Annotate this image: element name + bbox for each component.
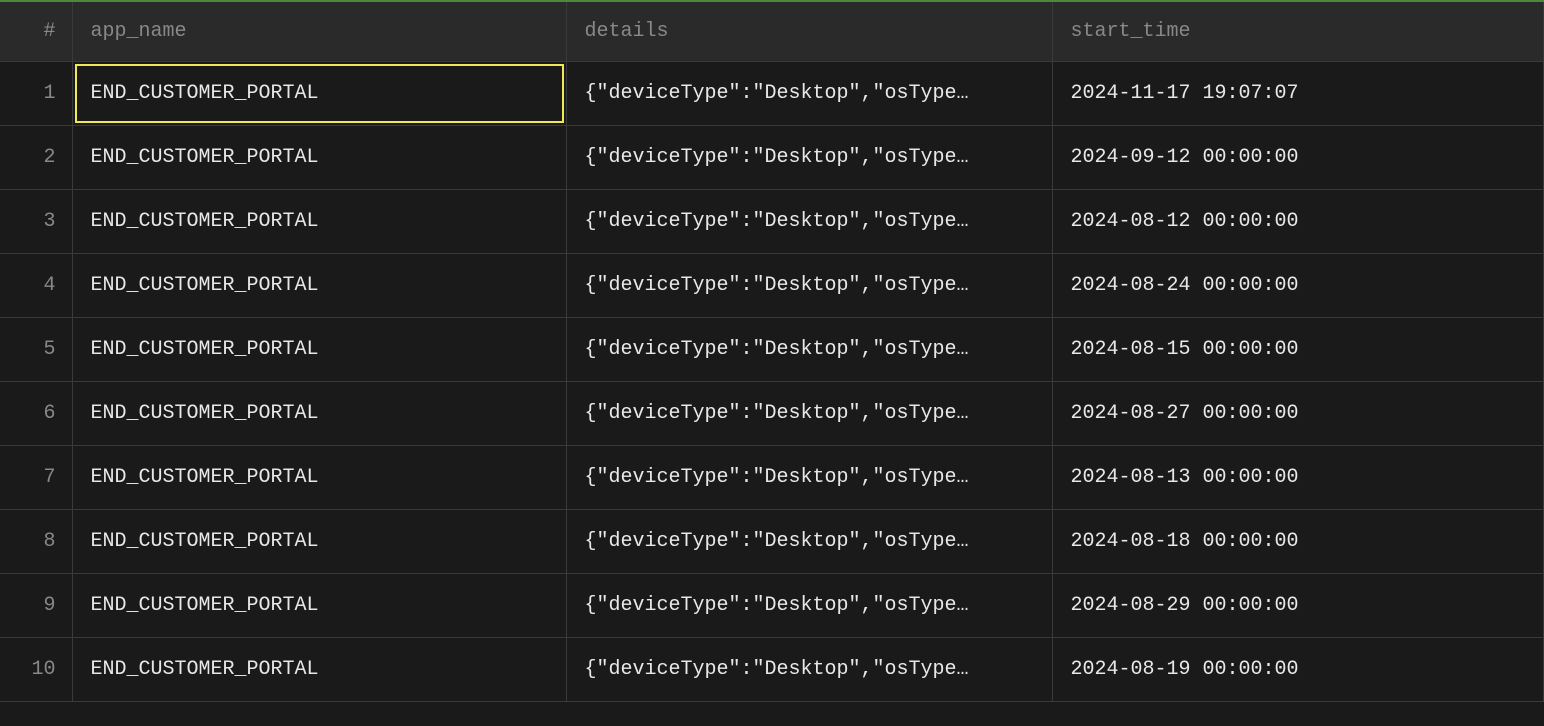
table-row: 6 END_CUSTOMER_PORTAL {"deviceType":"Des… [0,382,1544,446]
start-time-cell[interactable]: 2024-08-12 00:00:00 [1052,190,1544,254]
table-row: 4 END_CUSTOMER_PORTAL {"deviceType":"Des… [0,254,1544,318]
app-name-cell[interactable]: END_CUSTOMER_PORTAL [72,510,566,574]
table-row: 3 END_CUSTOMER_PORTAL {"deviceType":"Des… [0,190,1544,254]
table-row: 9 END_CUSTOMER_PORTAL {"deviceType":"Des… [0,574,1544,638]
start-time-cell[interactable]: 2024-08-24 00:00:00 [1052,254,1544,318]
start-time-cell[interactable]: 2024-08-29 00:00:00 [1052,574,1544,638]
app-name-cell[interactable]: END_CUSTOMER_PORTAL [72,446,566,510]
start-time-cell[interactable]: 2024-08-19 00:00:00 [1052,638,1544,702]
app-name-cell[interactable]: END_CUSTOMER_PORTAL [72,190,566,254]
row-index-cell[interactable]: 7 [0,446,72,510]
table-row: 7 END_CUSTOMER_PORTAL {"deviceType":"Des… [0,446,1544,510]
row-index-cell[interactable]: 10 [0,638,72,702]
app-name-cell[interactable]: END_CUSTOMER_PORTAL [72,382,566,446]
column-header-details[interactable]: details [566,2,1052,62]
app-name-cell[interactable]: END_CUSTOMER_PORTAL [72,638,566,702]
start-time-cell[interactable]: 2024-08-27 00:00:00 [1052,382,1544,446]
app-name-cell[interactable]: END_CUSTOMER_PORTAL [72,574,566,638]
column-header-app-name[interactable]: app_name [72,2,566,62]
details-cell[interactable]: {"deviceType":"Desktop","osType… [566,190,1052,254]
details-cell[interactable]: {"deviceType":"Desktop","osType… [566,638,1052,702]
app-name-value: END_CUSTOMER_PORTAL [91,82,319,105]
table-header-row: # app_name details start_time [0,2,1544,62]
app-name-cell[interactable]: END_CUSTOMER_PORTAL [72,318,566,382]
start-time-cell[interactable]: 2024-09-12 00:00:00 [1052,126,1544,190]
details-cell[interactable]: {"deviceType":"Desktop","osType… [566,382,1052,446]
table-row: 1 END_CUSTOMER_PORTAL {"deviceType":"Des… [0,62,1544,126]
row-index-cell[interactable]: 5 [0,318,72,382]
row-index-cell[interactable]: 9 [0,574,72,638]
details-cell[interactable]: {"deviceType":"Desktop","osType… [566,62,1052,126]
row-index-cell[interactable]: 2 [0,126,72,190]
details-cell[interactable]: {"deviceType":"Desktop","osType… [566,126,1052,190]
app-name-cell[interactable]: END_CUSTOMER_PORTAL [72,254,566,318]
details-cell[interactable]: {"deviceType":"Desktop","osType… [566,318,1052,382]
column-header-index[interactable]: # [0,2,72,62]
app-name-cell[interactable]: END_CUSTOMER_PORTAL [72,62,566,126]
details-cell[interactable]: {"deviceType":"Desktop","osType… [566,446,1052,510]
start-time-cell[interactable]: 2024-08-15 00:00:00 [1052,318,1544,382]
table-row: 5 END_CUSTOMER_PORTAL {"deviceType":"Des… [0,318,1544,382]
row-index-cell[interactable]: 6 [0,382,72,446]
row-index-cell[interactable]: 4 [0,254,72,318]
table-row: 8 END_CUSTOMER_PORTAL {"deviceType":"Des… [0,510,1544,574]
row-index-cell[interactable]: 1 [0,62,72,126]
row-index-cell[interactable]: 3 [0,190,72,254]
data-table: # app_name details start_time 1 END_CUST… [0,2,1544,702]
details-cell[interactable]: {"deviceType":"Desktop","osType… [566,254,1052,318]
app-name-cell[interactable]: END_CUSTOMER_PORTAL [72,126,566,190]
start-time-cell[interactable]: 2024-11-17 19:07:07 [1052,62,1544,126]
column-header-start-time[interactable]: start_time [1052,2,1544,62]
table-body: 1 END_CUSTOMER_PORTAL {"deviceType":"Des… [0,62,1544,702]
start-time-cell[interactable]: 2024-08-13 00:00:00 [1052,446,1544,510]
table-row: 2 END_CUSTOMER_PORTAL {"deviceType":"Des… [0,126,1544,190]
details-cell[interactable]: {"deviceType":"Desktop","osType… [566,510,1052,574]
start-time-cell[interactable]: 2024-08-18 00:00:00 [1052,510,1544,574]
row-index-cell[interactable]: 8 [0,510,72,574]
details-cell[interactable]: {"deviceType":"Desktop","osType… [566,574,1052,638]
table-row: 10 END_CUSTOMER_PORTAL {"deviceType":"De… [0,638,1544,702]
